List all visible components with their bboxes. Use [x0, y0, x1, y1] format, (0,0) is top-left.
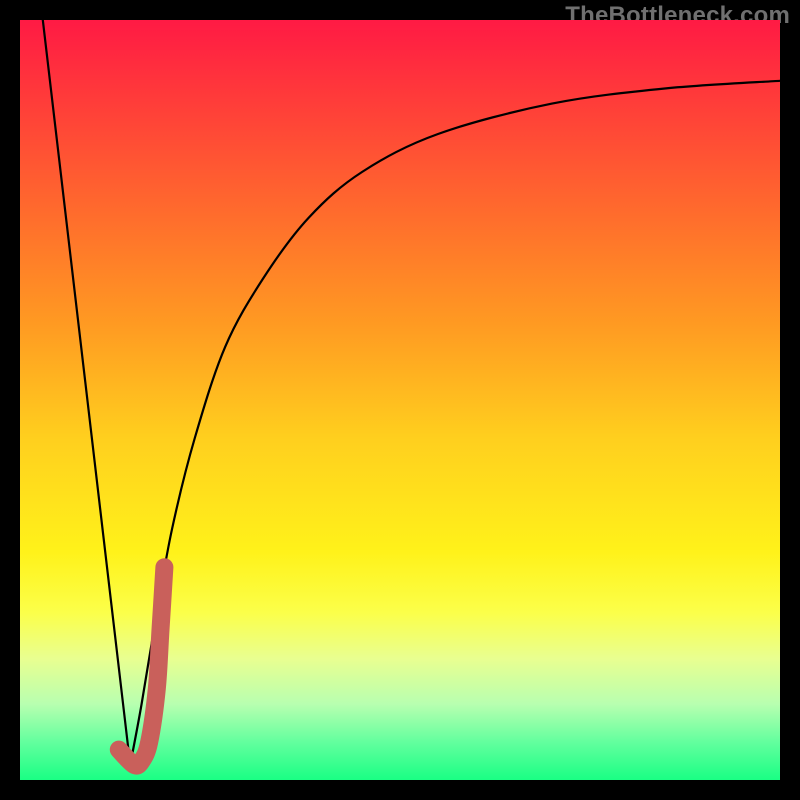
plot-area — [20, 20, 780, 780]
series-left-slope — [43, 20, 130, 765]
series-right-curve — [130, 81, 780, 765]
curve-layer — [20, 20, 780, 780]
chart-stage: TheBottleneck.com — [0, 0, 800, 800]
series-marker-j — [119, 567, 165, 765]
